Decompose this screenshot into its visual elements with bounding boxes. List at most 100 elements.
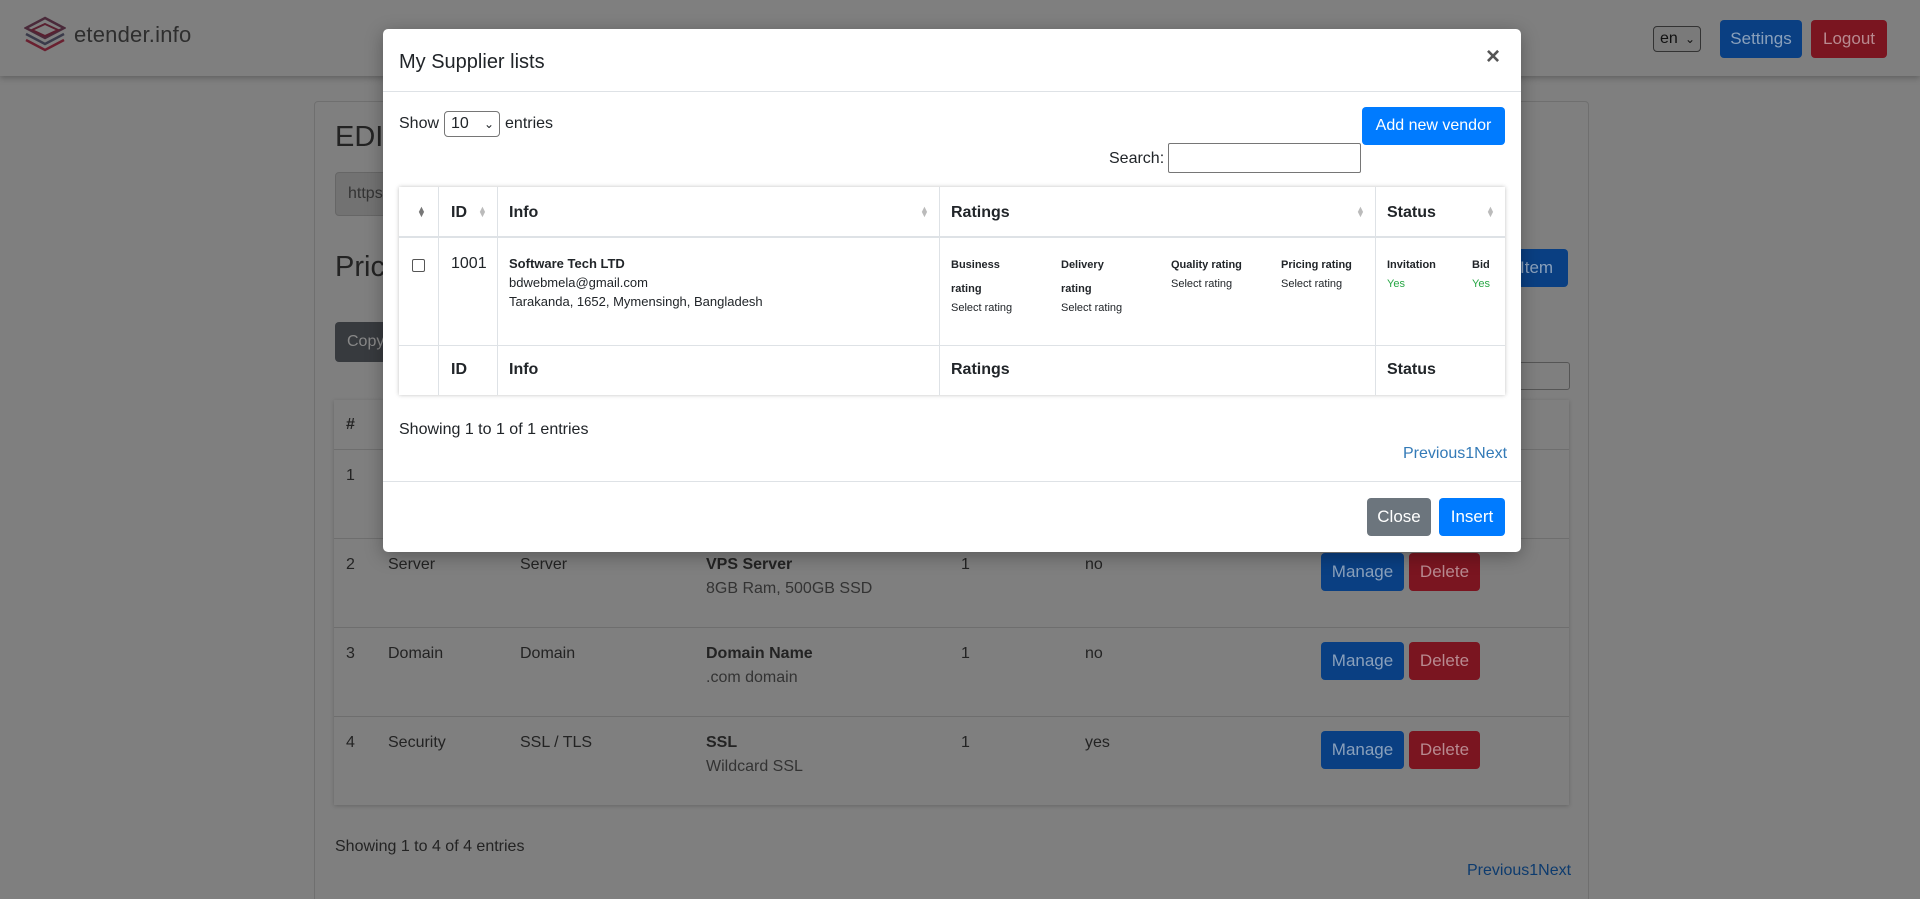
row-number: 2 — [346, 556, 355, 573]
modal-header: My Supplier lists × — [383, 29, 1521, 92]
quality-rating: Quality rating Select rating — [1171, 253, 1266, 291]
row-item-name: VPS Server — [706, 556, 793, 573]
brand-logo[interactable]: etender.info — [24, 16, 191, 54]
footer-id: ID — [451, 361, 467, 378]
row-number: 3 — [346, 645, 355, 662]
row-type: Server — [520, 556, 568, 573]
settings-button[interactable]: Settings — [1720, 20, 1802, 58]
table-row: 4 Security SSL / TLS SSL Wildcard SSL 1 … — [334, 716, 1569, 805]
items-search-input[interactable] — [1520, 362, 1570, 390]
table-footer-row: ID Info Ratings Status — [399, 346, 1505, 395]
manage-button[interactable]: Manage — [1321, 642, 1404, 680]
search-label: Search: — [1109, 150, 1165, 167]
layers-logo-icon — [24, 16, 66, 52]
sort-arrows-icon[interactable]: ▲ ▼ — [417, 205, 426, 219]
rating-label: Delivery rating — [1061, 259, 1104, 295]
supplier-email: bdwebmela@gmail.com — [509, 275, 648, 290]
items-pagination: Previous1Next — [1467, 862, 1571, 880]
pagination-page-1[interactable]: 1 — [1529, 862, 1538, 879]
logout-button[interactable]: Logout — [1811, 20, 1887, 58]
modal-footer — [383, 481, 1521, 552]
chevron-down-icon: ⌄ — [1684, 32, 1695, 46]
row-number: 4 — [346, 734, 355, 751]
bid-status: Bid Yes — [1472, 253, 1490, 291]
delete-button[interactable]: Delete — [1409, 642, 1480, 680]
rating-select[interactable]: Select rating — [951, 301, 1021, 315]
row-select-checkbox[interactable] — [412, 259, 425, 272]
show-label: Show — [399, 115, 440, 132]
row-category: Security — [388, 734, 446, 751]
delete-button[interactable]: Delete — [1409, 731, 1480, 769]
manage-button[interactable]: Manage — [1321, 553, 1404, 591]
sort-arrows-icon[interactable]: ▲ ▼ — [920, 205, 929, 219]
items-showing-info: Showing 1 to 4 of 4 entries — [335, 838, 525, 855]
row-flag: no — [1085, 645, 1103, 662]
page-length-select[interactable]: 10 ⌄ — [444, 111, 501, 137]
row-qty: 1 — [961, 556, 970, 573]
page-length-control: Show 10 ⌄ entries — [399, 111, 553, 137]
supplier-list-modal: My Supplier lists × Show 10 ⌄ entries Ad… — [383, 29, 1521, 552]
row-type: SSL / TLS — [520, 734, 593, 751]
row-item-desc: .com domain — [706, 669, 798, 686]
insert-button[interactable]: Insert — [1439, 498, 1505, 536]
row-category: Domain — [388, 645, 444, 662]
table-row: 1001 Software Tech LTD bdwebmela@gmail.c… — [399, 238, 1505, 346]
sort-arrows-icon[interactable]: ▲ ▼ — [1356, 205, 1365, 219]
footer-status: Status — [1387, 361, 1436, 378]
supplier-table: ▲ ▼ ID ▲ ▼ Info ▲ ▼ Ratings ▲ ▼ Status ▲ ▼ 10… — [399, 187, 1505, 395]
table-row: 3 Domain Domain Domain Name .com domain … — [334, 627, 1569, 716]
pagination-previous[interactable]: Previous — [1403, 445, 1465, 462]
search-input[interactable] — [1168, 143, 1361, 173]
row-item-desc: Wildcard SSL — [706, 758, 803, 775]
edit-heading: EDI — [335, 121, 384, 153]
row-qty: 1 — [961, 734, 970, 751]
pricing-heading: Pric — [335, 251, 385, 283]
chevron-down-icon: ⌄ — [483, 117, 495, 131]
invitation-status: Invitation Yes — [1387, 253, 1436, 291]
language-select[interactable]: en ⌄ — [1653, 26, 1701, 52]
supplier-info: Software Tech LTD bdwebmela@gmail.com Ta… — [509, 256, 763, 309]
rating-label: Business rating — [951, 259, 1000, 295]
rating-select[interactable]: Select rating — [1281, 277, 1376, 291]
sort-arrows-icon[interactable]: ▲ ▼ — [1486, 205, 1495, 219]
manage-button[interactable]: Manage — [1321, 731, 1404, 769]
business-rating: Business rating Select rating — [951, 253, 1021, 315]
column-header-status[interactable]: Status — [1387, 204, 1436, 222]
pagination-next[interactable]: Next — [1474, 445, 1507, 462]
bid-value: Yes — [1472, 278, 1490, 290]
bid-label: Bid — [1472, 259, 1490, 271]
row-item-name: SSL — [706, 734, 738, 751]
rating-select[interactable]: Select rating — [1171, 277, 1266, 291]
entries-label: entries — [505, 115, 554, 132]
modal-pagination: Previous1Next — [1403, 445, 1507, 463]
supplier-name: Software Tech LTD — [509, 256, 625, 271]
add-new-vendor-button[interactable]: Add new vendor — [1362, 107, 1505, 145]
close-button[interactable]: Close — [1367, 498, 1431, 536]
pagination-page-1[interactable]: 1 — [1465, 445, 1474, 462]
footer-info: Info — [509, 361, 539, 378]
column-header-ratings[interactable]: Ratings — [951, 204, 1010, 222]
column-header-id[interactable]: ID — [451, 204, 467, 222]
row-qty: 1 — [961, 645, 970, 662]
rating-select[interactable]: Select rating — [1061, 301, 1131, 315]
delete-button[interactable]: Delete — [1409, 553, 1480, 591]
supplier-id: 1001 — [451, 255, 487, 272]
column-header-number: # — [346, 416, 355, 433]
delivery-rating: Delivery rating Select rating — [1061, 253, 1131, 315]
supplier-address: Tarakanda, 1652, Mymensingh, Bangladesh — [509, 294, 763, 309]
pagination-previous[interactable]: Previous — [1467, 862, 1529, 879]
logo-text: etender.info — [74, 22, 192, 47]
language-value: en — [1660, 30, 1678, 47]
sort-arrows-icon[interactable]: ▲ ▼ — [478, 205, 487, 219]
rating-label: Pricing rating — [1281, 259, 1352, 271]
close-icon[interactable]: × — [1486, 45, 1500, 69]
pricing-rating: Pricing rating Select rating — [1281, 253, 1376, 291]
row-flag: no — [1085, 556, 1103, 573]
showing-info: Showing 1 to 1 of 1 entries — [399, 421, 589, 438]
column-header-info[interactable]: Info — [509, 204, 538, 222]
table-header-row: ▲ ▼ ID ▲ ▼ Info ▲ ▼ Ratings ▲ ▼ Status ▲ ▼ — [399, 187, 1505, 238]
pagination-next[interactable]: Next — [1538, 862, 1571, 879]
rating-label: Quality rating — [1171, 259, 1242, 271]
invitation-label: Invitation — [1387, 259, 1436, 271]
invitation-value: Yes — [1387, 278, 1405, 290]
